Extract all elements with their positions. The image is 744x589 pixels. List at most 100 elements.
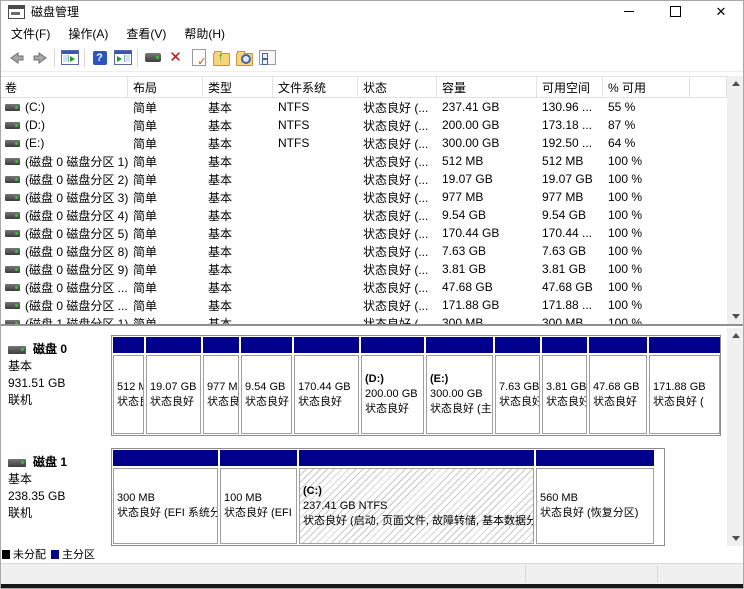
cell-layout: 简单	[128, 171, 203, 188]
menu-help[interactable]: 帮助(H)	[175, 23, 234, 44]
partition-type-band	[203, 337, 239, 353]
graphical-pane-scrollbar[interactable]	[727, 328, 744, 546]
column-filesystem[interactable]: 文件系统	[273, 77, 358, 97]
partition-status: 状态良好 (	[653, 395, 716, 410]
partition[interactable]: 9.54 GB状态良好	[241, 337, 292, 434]
partition-status: 状态良好 (EFI 系统分区)	[224, 506, 293, 521]
menu-file[interactable]: 文件(F)	[2, 23, 59, 44]
column-type[interactable]: 类型	[203, 77, 273, 97]
show-action-pane-button[interactable]	[111, 47, 134, 69]
partition[interactable]: (E:)300.00 GB状态良好 (主分区)	[426, 337, 493, 434]
cell-capacity: 7.63 GB	[437, 244, 537, 258]
partition-size: 512 MB	[117, 380, 140, 395]
close-icon: ✕	[716, 5, 727, 18]
cell-capacity: 512 MB	[437, 154, 537, 168]
table-row[interactable]: (磁盘 0 磁盘分区 9)简单基本状态良好 (...3.81 GB3.81 GB…	[0, 260, 727, 278]
column-pct-free[interactable]: % 可用	[603, 77, 690, 97]
table-row[interactable]: (磁盘 0 磁盘分区 3)简单基本状态良好 (...977 MB977 MB10…	[0, 188, 727, 206]
partition-type-band	[426, 337, 493, 353]
partition-size: 200.00 GB	[365, 387, 420, 402]
cell-status: 状态良好 (...	[358, 261, 437, 278]
close-button[interactable]: ✕	[698, 0, 744, 23]
menu-action[interactable]: 操作(A)	[59, 23, 117, 44]
partition[interactable]: 300 MB状态良好 (EFI 系统分区)	[113, 450, 218, 544]
partition-size: 3.81 GB	[546, 380, 583, 395]
table-row[interactable]: (磁盘 0 磁盘分区 1)简单基本状态良好 (...512 MB512 MB10…	[0, 152, 727, 170]
table-row[interactable]: (D:)简单基本NTFS状态良好 (...200.00 GB173.18 ...…	[0, 116, 727, 134]
cell-volume: (磁盘 0 磁盘分区 ...	[0, 279, 128, 296]
table-row[interactable]: (磁盘 0 磁盘分区 8)简单基本状态良好 (...7.63 GB7.63 GB…	[0, 242, 727, 260]
disk-1-label[interactable]: 磁盘 1 基本 238.35 GB 联机	[2, 448, 111, 546]
volume-list-scrollbar[interactable]	[727, 76, 744, 324]
help-button[interactable]: ?	[88, 47, 111, 69]
volume-name: (磁盘 0 磁盘分区 9)	[25, 261, 128, 278]
partition[interactable]: 19.07 GB状态良好	[146, 337, 201, 434]
volume-icon	[5, 140, 20, 147]
volume-icon	[5, 158, 20, 165]
partition[interactable]: 3.81 GB状态良好	[542, 337, 587, 434]
disk-0-label[interactable]: 磁盘 0 基本 931.51 GB 联机	[2, 335, 111, 436]
partition-size: 237.41 GB NTFS	[303, 499, 530, 514]
device-status-button[interactable]	[141, 47, 164, 69]
delete-volume-button[interactable]: ✕	[164, 47, 187, 69]
menu-view[interactable]: 查看(V)	[117, 23, 175, 44]
partition[interactable]: 977 MB状态良好	[203, 337, 239, 434]
table-row[interactable]: (磁盘 0 磁盘分区 2)简单基本状态良好 (...19.07 GB19.07 …	[0, 170, 727, 188]
cell-status: 状态良好 (...	[358, 243, 437, 260]
legend-primary: 主分区	[51, 546, 95, 562]
cell-pct: 100 %	[603, 172, 690, 186]
partition-body: 9.54 GB状态良好	[241, 355, 292, 434]
cell-type: 基本	[203, 171, 273, 188]
table-row[interactable]: (磁盘 0 磁盘分区 4)简单基本状态良好 (...9.54 GB9.54 GB…	[0, 206, 727, 224]
column-free[interactable]: 可用空间	[537, 77, 603, 97]
properties-button[interactable]	[256, 47, 279, 69]
cell-type: 基本	[203, 297, 273, 314]
cell-type: 基本	[203, 243, 273, 260]
column-capacity[interactable]: 容量	[437, 77, 537, 97]
task-check-button[interactable]	[187, 47, 210, 69]
partition-drive-letter: (E:)	[430, 372, 489, 387]
folder-search-button[interactable]	[233, 47, 256, 69]
table-row[interactable]: (E:)简单基本NTFS状态良好 (...300.00 GB192.50 ...…	[0, 134, 727, 152]
partition[interactable]: 100 MB状态良好 (EFI 系统分区)	[220, 450, 297, 544]
minimize-button[interactable]	[606, 0, 652, 23]
partition[interactable]: 47.68 GB状态良好	[589, 337, 647, 434]
partition-status: 状态良好 (启动, 页面文件, 故障转储, 基本数据分区)	[303, 514, 530, 529]
column-volume[interactable]: 卷	[0, 77, 128, 97]
partition[interactable]: (C:)237.41 GB NTFS状态良好 (启动, 页面文件, 故障转储, …	[299, 450, 534, 544]
partition[interactable]: 170.44 GB状态良好	[294, 337, 359, 434]
folder-up-icon	[213, 53, 230, 66]
scroll-up-icon[interactable]	[732, 81, 740, 86]
partition[interactable]: 512 MB状态良好	[113, 337, 144, 434]
folder-up-button[interactable]	[210, 47, 233, 69]
cell-volume: (磁盘 0 磁盘分区 1)	[0, 153, 128, 170]
graphical-pane: 磁盘 0 基本 931.51 GB 联机 512 MB状态良好19.07 GB状…	[0, 326, 727, 546]
scroll-down-icon[interactable]	[732, 536, 740, 541]
table-row[interactable]: (磁盘 0 磁盘分区 ...简单基本状态良好 (...171.88 GB171.…	[0, 296, 727, 314]
table-row[interactable]: (C:)简单基本NTFS状态良好 (...237.41 GB130.96 ...…	[0, 98, 727, 116]
scroll-up-icon[interactable]	[732, 333, 740, 338]
partition-type-band	[361, 337, 424, 353]
partition[interactable]: 171.88 GB状态良好 (	[649, 337, 720, 434]
partition[interactable]: 7.63 GB状态良好	[495, 337, 540, 434]
show-console-tree-button[interactable]	[58, 47, 81, 69]
table-row[interactable]: (磁盘 0 磁盘分区 ...简单基本状态良好 (...47.68 GB47.68…	[0, 278, 727, 296]
partition-body: 171.88 GB状态良好 (	[649, 355, 720, 434]
cell-layout: 简单	[128, 117, 203, 134]
volume-icon	[5, 104, 20, 111]
cell-volume: (D:)	[0, 118, 128, 132]
maximize-button[interactable]	[652, 0, 698, 23]
column-layout[interactable]: 布局	[128, 77, 203, 97]
back-button[interactable]	[5, 47, 28, 69]
cell-type: 基本	[203, 153, 273, 170]
cell-volume: (磁盘 0 磁盘分区 ...	[0, 297, 128, 314]
disk-0-strip: 512 MB状态良好19.07 GB状态良好977 MB状态良好9.54 GB状…	[111, 335, 721, 436]
forward-button[interactable]	[28, 47, 51, 69]
volume-name: (磁盘 0 磁盘分区 3)	[25, 189, 128, 206]
partition[interactable]: 560 MB状态良好 (恢复分区)	[536, 450, 654, 544]
cell-type: 基本	[203, 117, 273, 134]
partition[interactable]: (D:)200.00 GB状态良好	[361, 337, 424, 434]
scroll-down-icon[interactable]	[732, 314, 740, 319]
table-row[interactable]: (磁盘 0 磁盘分区 5)简单基本状态良好 (...170.44 GB170.4…	[0, 224, 727, 242]
column-status[interactable]: 状态	[358, 77, 437, 97]
